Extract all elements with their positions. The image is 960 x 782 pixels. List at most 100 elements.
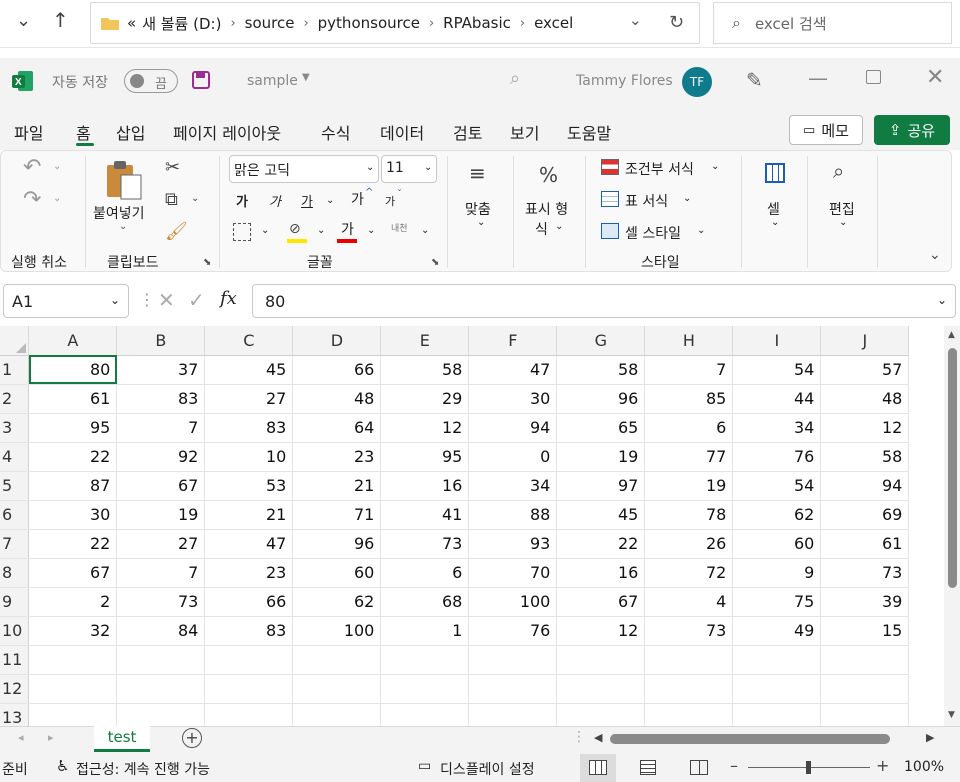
chevron-down-icon[interactable]: ⌄ [555,221,563,232]
cell-b13[interactable] [116,703,206,726]
cell-d5[interactable]: 21 [292,471,382,501]
number-format-label[interactable]: 표시 형 [525,199,568,219]
italic-button[interactable]: 가 [269,191,281,210]
fill-color-icon[interactable]: ⊘ [289,221,301,237]
cell-f8[interactable]: 70 [468,558,558,588]
chevron-down-icon[interactable]: ⌄ [317,225,325,236]
cell-a9[interactable]: 2 [28,587,118,617]
cell-a7[interactable]: 22 [28,529,118,559]
tab-help[interactable]: 도움말 [567,120,611,144]
scroll-thumb[interactable] [948,348,957,588]
number-format-label-2[interactable]: 식 [535,219,548,239]
cell-j5[interactable]: 94 [820,471,910,501]
cell-d2[interactable]: 48 [292,384,382,414]
cell-b3[interactable]: 7 [116,413,206,443]
cell-f2[interactable]: 30 [468,384,558,414]
paste-icon[interactable] [105,159,145,201]
conditional-format-button[interactable]: 조건부 서식 [625,159,694,179]
autosave-toggle[interactable]: 끔 [124,69,178,93]
chevron-down-icon[interactable]: ⌄ [53,193,61,204]
name-box[interactable]: A1 ⌄ [3,284,129,318]
column-header-a[interactable]: A [28,326,118,356]
cell-c4[interactable]: 10 [204,442,294,472]
cell-g12[interactable] [556,674,646,704]
cell-b6[interactable]: 19 [116,500,206,530]
cell-a13[interactable] [28,703,118,726]
cell-g3[interactable]: 65 [556,413,646,443]
cell-style-button[interactable]: 셀 스타일 [625,223,681,243]
chevron-down-icon[interactable]: ⌄ [771,217,779,228]
row-header[interactable]: 1 [0,355,30,385]
zoom-out-icon[interactable]: – [730,756,738,775]
chevron-down-icon[interactable]: ⌄ [261,225,269,236]
cell-j2[interactable]: 48 [820,384,910,414]
cell-e3[interactable]: 12 [380,413,470,443]
avatar[interactable]: TF [682,67,712,97]
search-icon[interactable]: ⌕ [833,159,844,183]
user-name[interactable]: Tammy Flores [576,73,673,89]
zoom-level[interactable]: 100% [904,759,944,775]
cell-f6[interactable]: 88 [468,500,558,530]
cell-i4[interactable]: 76 [732,442,822,472]
cell-f13[interactable] [468,703,558,726]
share-button[interactable]: ⇪ 공유 [874,115,950,145]
cell-g7[interactable]: 22 [556,529,646,559]
cell-i9[interactable]: 75 [732,587,822,617]
address-bar[interactable]: « 새 볼륨 (D:) › source › pythonsource › RP… [90,2,700,44]
row-header[interactable]: 6 [0,500,30,530]
cells-icon[interactable] [765,163,785,183]
grow-font-button[interactable]: 가 [351,189,364,209]
tab-review[interactable]: 검토 [453,120,482,144]
cell-c3[interactable]: 83 [204,413,294,443]
editing-label[interactable]: 편집 [829,199,855,219]
normal-view-button[interactable] [580,754,616,782]
chevron-down-icon[interactable]: ⌄ [326,195,334,206]
scroll-left-icon[interactable]: ◀ [594,731,602,744]
cell-j4[interactable]: 58 [820,442,910,472]
cell-a2[interactable]: 61 [28,384,118,414]
zoom-slider-thumb[interactable] [806,761,811,774]
column-header-b[interactable]: B [116,326,206,356]
cell-h6[interactable]: 78 [644,500,734,530]
cell-d10[interactable]: 100 [292,616,382,646]
cell-c9[interactable]: 66 [204,587,294,617]
cell-g6[interactable]: 45 [556,500,646,530]
tab-home[interactable]: 홈 [76,120,91,144]
cell-i12[interactable] [732,674,822,704]
cell-e7[interactable]: 73 [380,529,470,559]
chevron-down-icon[interactable]: ⌄ [477,217,485,228]
cell-d13[interactable] [292,703,382,726]
chevron-down-icon[interactable]: ⌄ [839,217,847,228]
row-header[interactable]: 4 [0,442,30,472]
cell-d9[interactable]: 62 [292,587,382,617]
cell-g4[interactable]: 19 [556,442,646,472]
cell-g1[interactable]: 58 [556,355,646,385]
column-header-c[interactable]: C [204,326,294,356]
path-segment[interactable]: source [245,14,295,32]
prev-sheet-icon[interactable]: ◂ [18,731,24,744]
column-header-d[interactable]: D [292,326,382,356]
close-icon[interactable]: ✕ [926,65,944,90]
cell-i3[interactable]: 34 [732,413,822,443]
horizontal-scroll-thumb[interactable] [610,734,890,744]
cell-b4[interactable]: 92 [116,442,206,472]
phonetic-button[interactable]: 내천 [391,221,408,234]
table-format-button[interactable]: 표 서식 [625,191,668,211]
spreadsheet-grid[interactable]: ABCDEFGHIJ 1 80 37 45 66 58 47 58 7 54 57 2 61 83 27 48… [0,326,944,726]
cell-i13[interactable] [732,703,822,726]
cell-a8[interactable]: 67 [28,558,118,588]
display-settings-button[interactable]: 디스플레이 설정 [440,759,535,779]
cell-g2[interactable]: 96 [556,384,646,414]
cell-i11[interactable] [732,645,822,675]
chevron-down-icon[interactable]: ⌄ [937,293,947,307]
cell-e10[interactable]: 1 [380,616,470,646]
tab-formulas[interactable]: 수식 [321,120,350,144]
column-header-h[interactable]: H [644,326,734,356]
dialog-launcher-icon[interactable]: ⬊ [431,257,439,268]
cell-a10[interactable]: 32 [28,616,118,646]
page-layout-view-icon[interactable] [640,760,656,775]
font-color-button[interactable]: 가 [341,219,354,239]
cell-g11[interactable] [556,645,646,675]
row-header[interactable]: 7 [0,529,30,559]
chevron-down-icon[interactable]: ⌄ [53,161,61,172]
